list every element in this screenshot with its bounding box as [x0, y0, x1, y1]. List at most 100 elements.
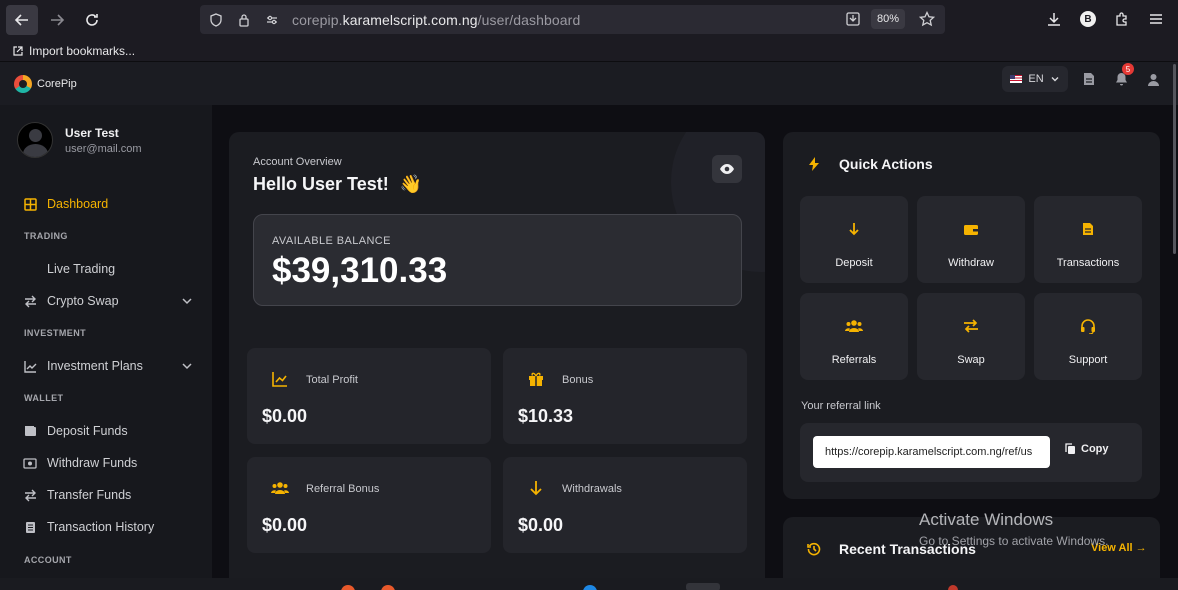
quick-action-support[interactable]: Support — [1034, 293, 1142, 380]
users-icon — [845, 317, 863, 335]
arrow-left-icon — [14, 14, 28, 26]
history-icon — [807, 542, 821, 556]
site-permissions-icon[interactable] — [260, 9, 284, 31]
download-icon — [1048, 13, 1060, 26]
language-selector[interactable]: EN — [1002, 66, 1068, 92]
users-icon — [271, 479, 289, 497]
available-balance-box: AVAILABLE BALANCE $39,310.33 — [253, 214, 742, 306]
eye-icon — [720, 164, 734, 174]
wave-hand-icon: 👋 — [399, 174, 423, 194]
document-icon[interactable] — [1080, 70, 1098, 88]
profile-avatar: B — [1080, 11, 1096, 27]
referral-link-box: https://corepip.karamelscript.com.ng/ref… — [800, 423, 1142, 482]
account-button[interactable]: B — [1074, 5, 1102, 33]
quick-actions-header: Quick Actions — [807, 156, 933, 172]
section-account: ACCOUNT — [24, 555, 72, 565]
zoom-level[interactable]: 80% — [870, 9, 905, 29]
receipt-icon — [23, 520, 37, 534]
grid-icon — [23, 197, 37, 211]
gift-icon — [527, 370, 545, 388]
sidebar-item-deposit-funds[interactable]: Deposit Funds — [23, 424, 193, 438]
menu-button[interactable] — [1142, 5, 1170, 33]
quick-action-transactions[interactable]: Transactions — [1034, 196, 1142, 283]
file-icon — [1079, 220, 1097, 238]
chevron-down-icon — [182, 363, 192, 370]
quick-action-swap[interactable]: Swap — [917, 293, 1025, 380]
account-overview-card: Account Overview Hello User Test! 👋 AVAI… — [229, 132, 765, 590]
taskbar-app-icon[interactable] — [686, 583, 720, 590]
balance-label: AVAILABLE BALANCE — [272, 235, 391, 247]
import-bookmarks-link[interactable]: Import bookmarks... — [29, 44, 135, 58]
line-chart-icon — [271, 370, 289, 388]
sidebar: User Test user@mail.com Dashboard TRADIN… — [0, 105, 212, 590]
us-flag-icon — [1010, 75, 1023, 83]
bookmarks-toolbar: Import bookmarks... — [0, 40, 1178, 62]
overview-label: Account Overview — [253, 156, 342, 168]
page-scrollbar[interactable] — [1171, 64, 1178, 254]
referral-link-label: Your referral link — [801, 400, 881, 412]
user-avatar — [17, 122, 53, 158]
swap-icon — [23, 294, 37, 308]
user-name: User Test — [65, 125, 119, 140]
taskbar-app-icon[interactable] — [341, 585, 355, 590]
copy-referral-button[interactable]: Copy — [1065, 443, 1109, 455]
wallet-icon — [23, 424, 37, 438]
shield-icon[interactable] — [204, 9, 228, 31]
line-chart-icon — [23, 359, 37, 373]
chevron-down-icon — [1051, 77, 1059, 82]
arrow-right-icon — [51, 14, 65, 26]
extensions-button[interactable] — [1108, 5, 1136, 33]
lock-icon[interactable] — [232, 9, 256, 31]
section-investment: INVESTMENT — [24, 328, 87, 338]
sidebar-item-live-trading[interactable]: Live Trading — [23, 262, 193, 276]
toggle-balance-visibility-button[interactable] — [712, 155, 742, 183]
import-icon — [13, 45, 23, 56]
sidebar-item-investment-plans[interactable]: Investment Plans — [23, 359, 193, 373]
back-button[interactable] — [6, 5, 38, 35]
sidebar-item-dashboard[interactable]: Dashboard — [23, 197, 193, 211]
os-taskbar — [0, 578, 1178, 590]
downloads-button[interactable] — [1040, 5, 1068, 33]
stat-card-withdrawals: Withdrawals $0.00 — [503, 457, 747, 553]
brand-logo[interactable]: CorePip — [14, 74, 77, 93]
url-text[interactable]: corepip.karamelscript.com.ng/user/dashbo… — [292, 12, 580, 28]
transfer-icon — [23, 488, 37, 502]
download-page-icon[interactable] — [841, 8, 865, 30]
swap-icon — [962, 317, 980, 335]
sidebar-item-withdraw-funds[interactable]: Withdraw Funds — [23, 456, 193, 470]
taskbar-app-icon[interactable] — [948, 585, 958, 590]
quick-action-deposit[interactable]: Deposit — [800, 196, 908, 283]
reload-button[interactable] — [76, 5, 108, 35]
sidebar-item-crypto-swap[interactable]: Crypto Swap — [23, 294, 193, 308]
arrow-down-icon — [845, 220, 863, 238]
star-icon[interactable] — [915, 8, 939, 30]
referral-link-input[interactable]: https://corepip.karamelscript.com.ng/ref… — [813, 436, 1050, 468]
section-wallet: WALLET — [24, 393, 64, 403]
app-header: CorePip EN 5 — [0, 62, 1178, 105]
wallet-icon — [962, 220, 980, 238]
balance-value: $39,310.33 — [272, 251, 448, 290]
headset-icon — [1079, 317, 1097, 335]
money-bill-icon — [23, 456, 37, 470]
quick-action-withdraw[interactable]: Withdraw — [917, 196, 1025, 283]
user-profile-icon[interactable] — [1144, 70, 1162, 88]
quick-actions-card: Quick Actions Deposit Withdraw Transacti… — [783, 132, 1160, 499]
notification-count-badge: 5 — [1122, 63, 1134, 75]
stat-card-total-profit: Total Profit $0.00 — [247, 348, 491, 444]
notification-bell-icon[interactable]: 5 — [1112, 63, 1134, 88]
bolt-icon — [807, 157, 821, 171]
address-bar[interactable]: corepip.karamelscript.com.ng/user/dashbo… — [200, 5, 945, 34]
sidebar-item-transfer-funds[interactable]: Transfer Funds — [23, 488, 193, 502]
quick-action-referrals[interactable]: Referrals — [800, 293, 908, 380]
user-profile-block[interactable]: User Test user@mail.com — [17, 122, 142, 158]
greeting-title: Hello User Test! 👋 — [253, 174, 423, 194]
sidebar-item-transaction-history[interactable]: Transaction History — [23, 520, 193, 534]
windows-activation-watermark: Activate Windows Go to Settings to activ… — [919, 510, 1109, 548]
taskbar-app-icon[interactable] — [583, 585, 597, 590]
section-trading: TRADING — [24, 231, 68, 241]
reload-icon — [86, 14, 98, 26]
forward-button[interactable] — [41, 5, 73, 35]
copy-icon — [1065, 443, 1075, 454]
browser-toolbar: corepip.karamelscript.com.ng/user/dashbo… — [0, 0, 1178, 40]
taskbar-app-icon[interactable] — [381, 585, 395, 590]
